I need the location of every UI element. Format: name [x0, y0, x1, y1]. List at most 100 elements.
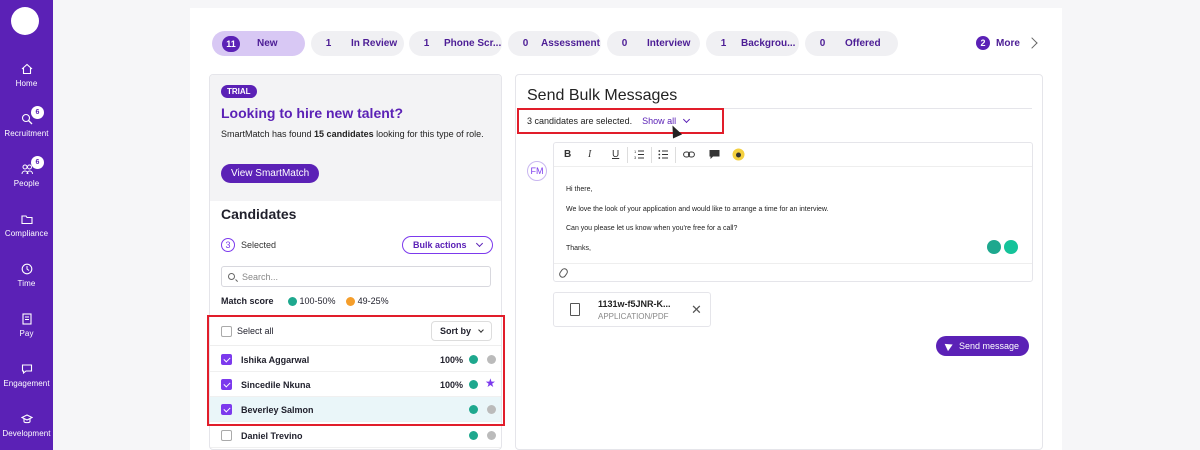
sidebar-item-compliance[interactable]: Compliance — [0, 213, 53, 238]
selected-label: Selected — [241, 240, 277, 250]
highlight-box-selection — [517, 108, 724, 134]
stage-count: 11 — [222, 35, 240, 52]
notification-badge: 6 — [31, 106, 44, 119]
trial-tag: TRIAL — [221, 85, 257, 98]
folder-icon — [20, 215, 33, 225]
stage-tab-new[interactable]: 11 New — [212, 31, 305, 56]
graduation-cap-icon — [20, 414, 33, 424]
view-smartmatch-button[interactable]: View SmartMatch — [221, 164, 320, 183]
stage-label: New — [257, 38, 278, 49]
sidebar-item-engagement[interactable]: Engagement — [0, 363, 53, 388]
grammar-tools — [984, 240, 1018, 254]
stage-label: Offered — [845, 38, 881, 49]
send-icon — [944, 340, 955, 352]
bulk-actions-button[interactable]: Bulk actions — [402, 236, 494, 254]
legend-dot-high — [287, 296, 297, 306]
link-icon[interactable] — [683, 150, 695, 159]
sidebar-item-pay[interactable]: Pay — [0, 313, 53, 338]
chat-icon — [21, 364, 32, 375]
message-line: Can you please let us know when you're f… — [566, 225, 738, 232]
comment-icon[interactable] — [709, 149, 720, 160]
candidate-name: Daniel Trevino — [241, 431, 303, 441]
bold-button[interactable]: B — [564, 149, 571, 160]
sidebar-item-label: Development — [2, 429, 51, 438]
selected-count: 3 — [221, 238, 235, 252]
avatar[interactable] — [11, 7, 39, 35]
bulk-message-title: Send Bulk Messages — [527, 87, 678, 104]
stage-tab-phone-screen[interactable]: 1 Phone Scr... — [409, 31, 502, 56]
editor-toolbar: B I U 13 — [554, 143, 1032, 167]
sender-avatar: FM — [527, 161, 547, 181]
italic-button[interactable]: I — [588, 149, 591, 160]
stage-label: Phone Scr... — [444, 38, 502, 49]
bee-icon[interactable] — [732, 148, 745, 161]
minus-circle-icon[interactable] — [487, 431, 496, 440]
stage-tab-offered[interactable]: 0 Offered — [805, 31, 898, 56]
search-placeholder: Search... — [242, 272, 279, 282]
location-pin-icon[interactable] — [987, 240, 1001, 254]
stage-count: 0 — [522, 38, 529, 49]
underline-button[interactable]: U — [612, 149, 619, 160]
search-icon — [228, 273, 235, 280]
sidebar-item-label: People — [13, 179, 40, 188]
legend-label: 100-50% — [299, 296, 336, 306]
stage-tab-assessment[interactable]: 0 Assessment — [508, 31, 601, 56]
document-icon — [570, 303, 580, 316]
stage-tab-background[interactable]: 1 Backgrou... — [706, 31, 799, 56]
message-body[interactable]: Hi there, We love the look of your appli… — [566, 180, 829, 258]
toolbar-separator — [675, 147, 676, 163]
notification-badge: 6 — [31, 156, 44, 169]
table-row[interactable]: Daniel Trevino — [210, 423, 501, 448]
close-icon[interactable]: ✕ — [691, 302, 702, 318]
chevron-right-icon — [1026, 37, 1038, 49]
clock-icon — [21, 263, 32, 275]
trial-banner: TRIAL Looking to hire new talent? SmartM… — [210, 75, 501, 201]
sidebar-item-development[interactable]: Development — [0, 413, 53, 438]
stage-label: Interview — [647, 38, 691, 49]
bullet-list-icon[interactable] — [658, 149, 669, 160]
toolbar-separator — [627, 147, 628, 163]
sidebar-item-recruitment[interactable]: 6 Recruitment — [0, 106, 53, 138]
sidebar-item-label: Engagement — [3, 379, 50, 388]
sidebar-item-label: Compliance — [4, 229, 49, 238]
highlight-box-candidates — [207, 315, 505, 426]
trial-title: Looking to hire new talent? — [221, 105, 403, 121]
stage-label: Backgrou... — [741, 38, 796, 49]
match-score-label: Match score — [221, 296, 274, 306]
sidebar-item-people[interactable]: 6 People — [0, 156, 53, 188]
grammarly-icon[interactable] — [1004, 240, 1018, 254]
paperclip-icon[interactable] — [557, 266, 570, 280]
attachment-type: APPLICATION/PDF — [598, 312, 669, 321]
sidebar-item-label: Recruitment — [4, 129, 49, 138]
row-checkbox[interactable] — [221, 430, 232, 441]
toolbar-separator — [651, 147, 652, 163]
svg-text:3: 3 — [634, 155, 637, 160]
message-line: Hi there, — [566, 186, 593, 193]
stage-count: 0 — [621, 38, 628, 49]
sidebar-item-home[interactable]: Home — [0, 63, 53, 88]
message-line: We love the look of your application and… — [566, 205, 829, 213]
ordered-list-icon[interactable]: 13 — [634, 149, 645, 160]
stage-count: 1 — [423, 38, 430, 49]
stage-count: 0 — [819, 38, 826, 49]
smiley-icon — [469, 431, 478, 440]
legend-label: 49-25% — [357, 296, 389, 306]
sidebar: Home 6 Recruitment 6 People Compliance T… — [0, 0, 53, 450]
sidebar-item-time[interactable]: Time — [0, 263, 53, 288]
search-input[interactable]: Search... — [221, 266, 491, 287]
send-message-button[interactable]: Send message — [936, 336, 1030, 356]
message-editor[interactable]: B I U 13 Hi there, We love the look of y… — [553, 142, 1033, 282]
candidates-title: Candidates — [221, 206, 297, 222]
stage-tab-in-review[interactable]: 1 In Review — [311, 31, 404, 56]
sidebar-item-label: Home — [15, 79, 38, 88]
more-stages-button[interactable]: 2 More — [976, 36, 1038, 50]
svg-text:1: 1 — [634, 149, 637, 154]
attachment-file: 1131w-f5JNR-K... APPLICATION/PDF ✕ — [553, 292, 711, 327]
sidebar-item-label: Pay — [19, 329, 34, 338]
stage-count: 1 — [325, 38, 332, 49]
trial-text: SmartMatch has found 15 candidates looki… — [221, 129, 484, 139]
legend-dot-medium — [345, 296, 355, 306]
home-icon — [21, 63, 32, 75]
pay-icon — [21, 313, 32, 325]
stage-tab-interview[interactable]: 0 Interview — [607, 31, 700, 56]
